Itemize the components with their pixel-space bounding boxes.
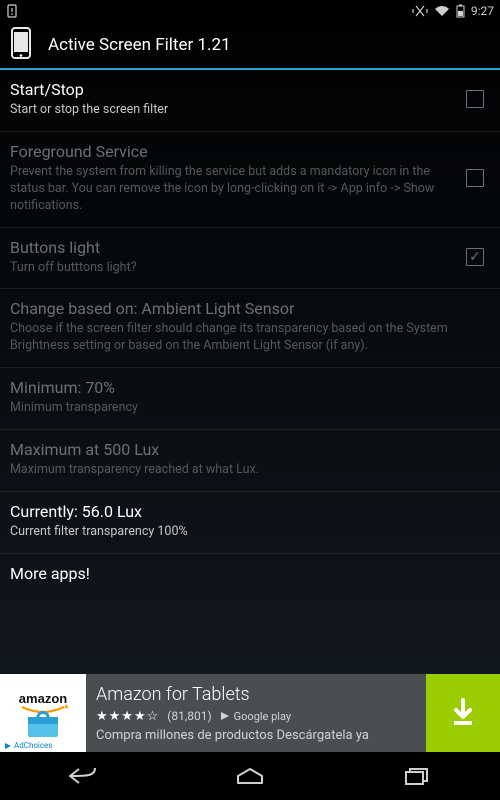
pref-title: Buttons light xyxy=(10,238,456,258)
ad-body: Amazon for Tablets ★★★★☆ (81,801) Google… xyxy=(86,674,426,752)
nav-home-button[interactable] xyxy=(210,758,290,794)
pref-maximum[interactable]: Maximum at 500 Lux Maximum transparency … xyxy=(0,430,500,492)
status-bar: 9:27 xyxy=(0,0,500,22)
pref-summary: Prevent the system from killing the serv… xyxy=(10,164,456,215)
pref-title: Minimum: 70% xyxy=(10,378,490,398)
checkbox-foreground[interactable] xyxy=(466,169,484,187)
pref-buttons-light[interactable]: Buttons light Turn off butttons light? xyxy=(0,228,500,290)
checkbox-buttons-light[interactable] xyxy=(466,248,484,266)
nav-recents-button[interactable] xyxy=(377,758,457,794)
pref-summary: Maximum transparency reached at what Lux… xyxy=(10,462,490,479)
svg-text:amazon: amazon xyxy=(19,691,67,706)
pref-title: Maximum at 500 Lux xyxy=(10,440,490,460)
checkbox-start-stop[interactable] xyxy=(466,90,484,108)
wifi-icon xyxy=(434,5,450,17)
pref-title: Foreground Service xyxy=(10,142,456,162)
settings-list[interactable]: Start/Stop Start or stop the screen filt… xyxy=(0,70,500,674)
ad-rating-count: (81,801) xyxy=(167,709,211,723)
app-icon xyxy=(8,26,34,64)
home-icon xyxy=(235,766,265,786)
nav-back-button[interactable] xyxy=(43,758,123,794)
back-icon xyxy=(67,766,99,786)
battery-icon xyxy=(456,4,465,18)
status-time: 9:27 xyxy=(471,4,494,18)
pref-title: More apps! xyxy=(10,564,490,584)
notification-icon xyxy=(6,4,18,18)
pref-title: Change based on: Ambient Light Sensor xyxy=(10,299,490,319)
pref-currently[interactable]: Currently: 56.0 Lux Current filter trans… xyxy=(0,492,500,554)
pref-change-based-on[interactable]: Change based on: Ambient Light Sensor Ch… xyxy=(0,289,500,368)
ad-subtitle: Compra millones de productos Descárgatel… xyxy=(96,728,416,743)
ad-download-button[interactable] xyxy=(426,674,500,752)
pref-summary: Choose if the screen filter should chang… xyxy=(10,321,490,355)
ad-banner[interactable]: amazon AdChoices Amazon for Tablets ★★★★… xyxy=(0,674,500,752)
navigation-bar xyxy=(0,752,500,800)
app-bar: Active Screen Filter 1.21 xyxy=(0,22,500,70)
pref-summary: Current filter transparency 100% xyxy=(10,524,490,541)
pref-start-stop[interactable]: Start/Stop Start or stop the screen filt… xyxy=(0,70,500,132)
pref-title: Start/Stop xyxy=(10,80,456,100)
ad-title: Amazon for Tablets xyxy=(96,684,416,705)
pref-more-apps[interactable]: More apps! xyxy=(0,554,500,596)
ad-rating-stars: ★★★★☆ xyxy=(96,709,159,724)
pref-summary: Turn off butttons light? xyxy=(10,260,456,277)
pref-summary: Start or stop the screen filter xyxy=(10,102,456,119)
google-play-badge: Google play xyxy=(220,710,291,723)
download-icon xyxy=(446,696,480,730)
pref-foreground-service[interactable]: Foreground Service Prevent the system fr… xyxy=(0,132,500,228)
vibrate-icon xyxy=(412,4,428,18)
pref-minimum[interactable]: Minimum: 70% Minimum transparency xyxy=(0,368,500,430)
pref-summary: Minimum transparency xyxy=(10,400,490,417)
pref-title: Currently: 56.0 Lux xyxy=(10,502,490,522)
ad-app-icon: amazon AdChoices xyxy=(0,674,86,752)
recents-icon xyxy=(404,766,430,786)
app-title: Active Screen Filter 1.21 xyxy=(48,35,231,55)
adchoices-badge[interactable]: AdChoices xyxy=(2,741,54,750)
